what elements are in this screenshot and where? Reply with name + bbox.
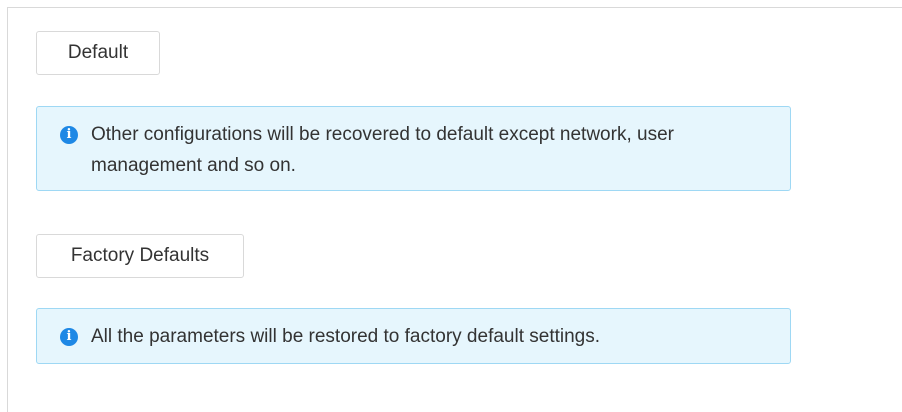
info-icon: i xyxy=(60,126,78,144)
factory-notice-text: All the parameters will be restored to f… xyxy=(91,326,601,347)
info-icon: i xyxy=(60,328,78,346)
settings-panel: Default i Other configurations will be r… xyxy=(7,7,902,412)
factory-info-notice: i All the parameters will be restored to… xyxy=(36,308,791,364)
default-notice-text: Other configurations will be recovered t… xyxy=(91,124,674,176)
factory-defaults-button[interactable]: Factory Defaults xyxy=(36,234,244,278)
default-button[interactable]: Default xyxy=(36,31,160,75)
default-info-notice: i Other configurations will be recovered… xyxy=(36,106,791,191)
